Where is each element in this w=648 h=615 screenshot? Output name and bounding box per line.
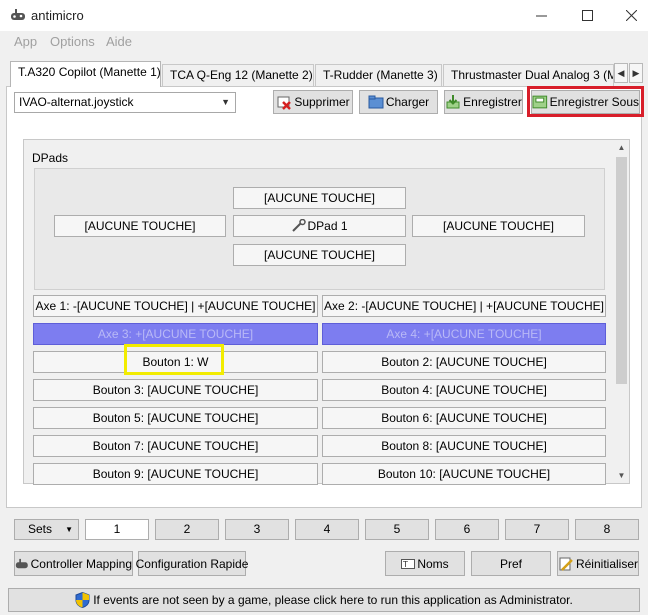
- button-5[interactable]: Bouton 5: [AUCUNE TOUCHE]: [33, 407, 318, 429]
- set-6-button[interactable]: 6: [435, 519, 499, 540]
- quick-config-button[interactable]: Configuration Rapide: [135, 551, 249, 576]
- gamepad-icon: [11, 9, 25, 20]
- folder-icon: [368, 95, 384, 109]
- set-8-button[interactable]: 8: [575, 519, 639, 540]
- set-3-button[interactable]: 3: [225, 519, 289, 540]
- maximize-icon: [581, 9, 593, 21]
- tab-controller-2[interactable]: TCA Q-Eng 12 (Manette 2): [162, 64, 314, 86]
- minimize-icon: [535, 15, 547, 16]
- dpad-center-label: DPad 1: [307, 219, 348, 233]
- maximize-button[interactable]: [564, 0, 610, 30]
- load-button[interactable]: Charger: [359, 90, 438, 114]
- scrollbar-thumb[interactable]: [616, 157, 627, 384]
- save-button[interactable]: Enregistrer: [444, 90, 523, 114]
- close-button[interactable]: [608, 0, 648, 30]
- reset-label: Réinitialiser: [575, 556, 638, 571]
- status-message: If events are not seen by a game, please…: [93, 593, 573, 607]
- reset-icon: [559, 557, 573, 571]
- chevron-down-icon: ▼: [221, 97, 230, 107]
- dpad-right-button[interactable]: [AUCUNE TOUCHE]: [412, 215, 585, 237]
- set-2-button[interactable]: 2: [155, 519, 219, 540]
- pref-button[interactable]: Pref: [471, 551, 551, 576]
- button-10[interactable]: Bouton 10: [AUCUNE TOUCHE]: [322, 463, 606, 485]
- tab-controller-4[interactable]: Thrustmaster Dual Analog 3 (Manette 4): [443, 64, 614, 86]
- close-icon: [625, 9, 637, 21]
- sets-label: Sets: [28, 522, 53, 536]
- axis-3-button[interactable]: Axe 3: +[AUCUNE TOUCHE]: [33, 323, 318, 345]
- window-title: antimicro: [31, 8, 84, 23]
- delete-icon: [277, 96, 292, 110]
- menu-aide[interactable]: Aide: [106, 34, 132, 49]
- run-as-admin-button[interactable]: If events are not seen by a game, please…: [8, 588, 640, 612]
- button-2[interactable]: Bouton 2: [AUCUNE TOUCHE]: [322, 351, 606, 373]
- shield-icon: [75, 592, 90, 608]
- dpad-center-button[interactable]: DPad 1: [233, 215, 406, 237]
- button-8[interactable]: Bouton 8: [AUCUNE TOUCHE]: [322, 435, 606, 457]
- save-as-highlight: [527, 86, 644, 117]
- tab-controller-3[interactable]: T-Rudder (Manette 3): [315, 64, 442, 86]
- minimize-button[interactable]: [518, 0, 564, 30]
- set-4-button[interactable]: 4: [295, 519, 359, 540]
- names-button[interactable]: T Noms: [385, 551, 465, 576]
- dpads-group-label: DPads: [32, 151, 69, 165]
- button-4[interactable]: Bouton 4: [AUCUNE TOUCHE]: [322, 379, 606, 401]
- button-1-highlight: [124, 344, 224, 375]
- profile-select[interactable]: IVAO-alternat.joystick ▼: [14, 92, 236, 113]
- button-3[interactable]: Bouton 3: [AUCUNE TOUCHE]: [33, 379, 318, 401]
- quick-config-label: Configuration Rapide: [135, 556, 249, 571]
- button-9[interactable]: Bouton 9: [AUCUNE TOUCHE]: [33, 463, 318, 485]
- gamepad-icon: [15, 558, 28, 568]
- set-5-button[interactable]: 5: [365, 519, 429, 540]
- save-icon: [446, 95, 460, 109]
- set-7-button[interactable]: 7: [505, 519, 569, 540]
- pref-label: Pref: [499, 556, 522, 571]
- dpad-left-button[interactable]: [AUCUNE TOUCHE]: [54, 215, 226, 237]
- reset-button[interactable]: Réinitialiser: [557, 551, 639, 576]
- delete-button[interactable]: Supprimer: [273, 90, 353, 114]
- tab-scroll-right-button[interactable]: ▶: [629, 63, 643, 83]
- menu-options[interactable]: Options: [50, 34, 95, 49]
- button-6[interactable]: Bouton 6: [AUCUNE TOUCHE]: [322, 407, 606, 429]
- scroll-up-icon[interactable]: ▲: [614, 140, 629, 155]
- chevron-left-icon: ◀: [617, 68, 625, 78]
- tab-controller-1[interactable]: T.A320 Copilot (Manette 1): [10, 61, 161, 87]
- axis-4-button[interactable]: Axe 4: +[AUCUNE TOUCHE]: [322, 323, 606, 345]
- svg-text:T: T: [402, 560, 408, 569]
- menu-bar: App Options Aide: [0, 31, 648, 53]
- axis-2-button[interactable]: Axe 2: -[AUCUNE TOUCHE] | +[AUCUNE TOUCH…: [322, 295, 606, 317]
- chevron-right-icon: ▶: [632, 68, 640, 78]
- profile-select-value: IVAO-alternat.joystick: [19, 95, 134, 109]
- dpad-down-button[interactable]: [AUCUNE TOUCHE]: [233, 244, 406, 266]
- vertical-scrollbar[interactable]: ▲ ▼: [614, 140, 629, 483]
- text-field-icon: T: [401, 558, 416, 569]
- controller-mapping-label: Controller Mapping: [30, 556, 132, 571]
- button-7[interactable]: Bouton 7: [AUCUNE TOUCHE]: [33, 435, 318, 457]
- title-bar: antimicro: [0, 0, 648, 31]
- names-label: Noms: [417, 556, 449, 571]
- dpad-up-button[interactable]: [AUCUNE TOUCHE]: [233, 187, 406, 209]
- set-1-button[interactable]: 1: [85, 519, 149, 540]
- axis-1-button[interactable]: Axe 1: -[AUCUNE TOUCHE] | +[AUCUNE TOUCH…: [33, 295, 318, 317]
- tab-scroll-left-button[interactable]: ◀: [614, 63, 628, 83]
- load-label: Charger: [385, 95, 430, 109]
- sets-menu-button[interactable]: Sets ▼: [14, 519, 79, 540]
- delete-label: Supprimer: [294, 95, 350, 109]
- scroll-down-icon[interactable]: ▼: [614, 468, 629, 483]
- wrench-icon: [292, 219, 307, 232]
- chevron-down-icon: ▼: [65, 525, 73, 534]
- menu-app[interactable]: App: [14, 34, 37, 49]
- save-label: Enregistrer: [463, 95, 522, 109]
- controller-mapping-button[interactable]: Controller Mapping: [14, 551, 133, 576]
